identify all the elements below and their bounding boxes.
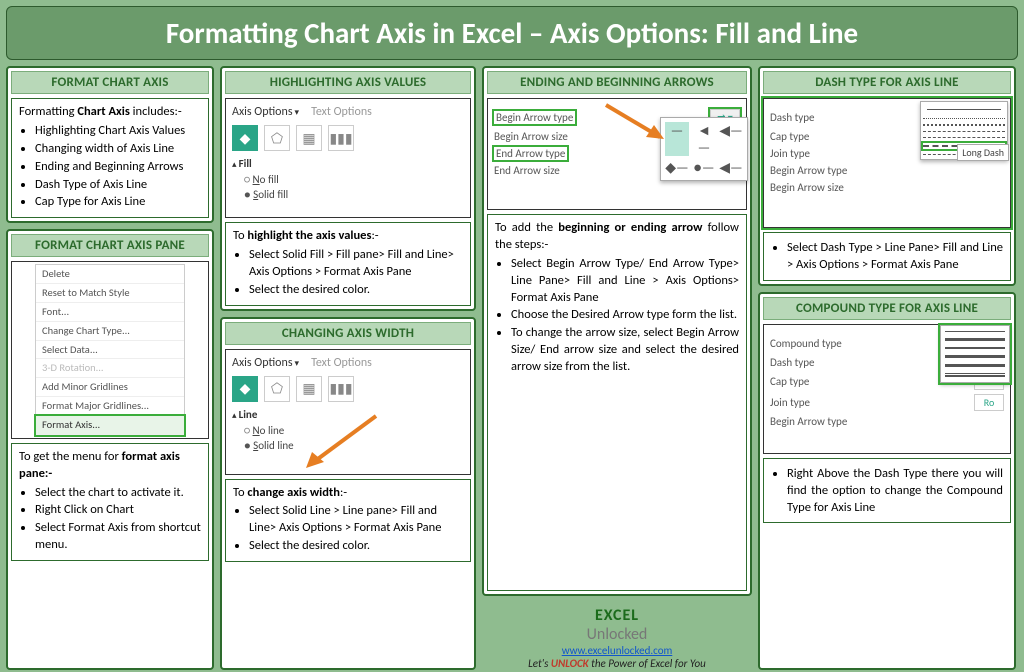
effects-icon[interactable]: ⬠ [264,125,290,151]
text-body: To change axis width:- Select Solid Line… [225,479,471,563]
footer-tagline: Let's UNLOCK the Power of Excel for You [482,657,752,670]
menu-item[interactable]: Add Minor Gridlines [36,378,184,397]
chart-icon[interactable]: ▮▮▮ [328,376,354,402]
label-begin-arrow-type: Begin Arrow type [770,164,847,177]
card-highlight-axis-values: HIGHLIGHTING AXIS VALUES Axis Options Te… [220,66,476,311]
menu-item[interactable]: Font... [36,303,184,322]
fill-pane-screenshot: Axis Options Text Options ◆ ⬠ ▦ ▮▮▮ Fill… [225,98,471,218]
menu-item[interactable]: Format Major Gridlines... [36,397,184,416]
section-title: COMPOUND TYPE FOR AXIS LINE [763,297,1011,320]
footer-branding: EXCEL Unlocked www.excelunlocked.com Let… [482,606,752,670]
arrow-type-screenshot: Begin Arrow type⇄ ▾ Begin Arrow size End… [487,98,747,210]
label-cap-type: Cap type [770,130,809,143]
label-begin-arrow-type: Begin Arrow type [494,111,575,124]
menu-item[interactable]: Delete [36,265,184,284]
content-grid: FORMAT CHART AXIS Formatting Chart Axis … [6,66,1018,670]
text-body: To get the menu for format axis pane:- S… [11,443,209,561]
section-title: DASH TYPE FOR AXIS LINE [763,71,1011,94]
text-body: To highlight the axis values:- Select So… [225,222,471,306]
card-dash-type: DASH TYPE FOR AXIS LINE Dash type≡ ▾ Cap… [758,66,1016,286]
label-dash-type: Dash type [770,356,815,369]
compound-type-popup [940,325,1010,383]
dash-option-solid[interactable] [927,109,1001,110]
label-end-arrow-size: End Arrow size [494,164,560,177]
footer-link[interactable]: www.excelunlocked.com [562,644,673,657]
dash-type-screenshot: Dash type≡ ▾ Cap type Join type Begin Ar… [763,98,1011,228]
label-dash-type: Dash type [770,111,815,124]
logo: EXCEL Unlocked [482,606,752,644]
context-menu: Delete Reset to Match Style Font... Chan… [35,264,185,436]
arrow-option-none[interactable]: — [665,122,689,156]
section-title: FORMAT CHART AXIS [11,71,209,94]
fill-line-icon[interactable]: ◆ [232,125,258,151]
annotation-arrow-orange [306,416,316,426]
size-icon[interactable]: ▦ [296,125,322,151]
fill-group[interactable]: Fill [232,157,464,170]
context-menu-screenshot: Delete Reset to Match Style Font... Chan… [11,261,209,439]
label-cap-type: Cap type [770,375,809,388]
tab-axis-options[interactable]: Axis Options [232,356,299,370]
section-title: HIGHLIGHTING AXIS VALUES [225,71,471,94]
card-changing-axis-width: CHANGING AXIS WIDTH Axis Options Text Op… [220,317,476,671]
label-join-type: Join type [770,147,810,160]
text-body: Right Above the Dash Type there you will… [763,458,1011,524]
radio-no-fill[interactable]: No fill [232,173,464,186]
arrow-option[interactable]: ◀— [719,159,743,176]
compound-option[interactable] [945,364,1005,367]
label-join-type: Join type [770,396,810,409]
card-format-chart-axis: FORMAT CHART AXIS Formatting Chart Axis … [6,66,214,223]
section-title: CHANGING AXIS WIDTH [225,322,471,345]
tab-text-options[interactable]: Text Options [311,356,372,370]
card-format-axis-pane: FORMAT CHART AXIS PANE Delete Reset to M… [6,229,214,670]
section-title: FORMAT CHART AXIS PANE [11,234,209,257]
line-group[interactable]: Line [232,408,464,421]
card-compound-type: COMPOUND TYPE FOR AXIS LINE Compound typ… [758,292,1016,670]
label-compound-type: Compound type [770,337,842,350]
text-body: Select Dash Type > Line Pane> Fill and L… [763,232,1011,281]
radio-solid-line[interactable]: Solid line [232,439,464,452]
arrow-option[interactable]: ●— [692,159,716,176]
section-title: ENDING AND BEGINNING ARROWS [487,71,747,94]
dash-option-dash[interactable] [923,131,1005,132]
dash-tooltip: Long Dash [957,144,1009,161]
annotation-arrow-orange [606,105,616,115]
effects-icon[interactable]: ⬠ [264,376,290,402]
page-title: Formatting Chart Axis in Excel – Axis Op… [6,6,1018,60]
label-begin-arrow-size: Begin Arrow size [770,181,844,194]
text-body: To add the beginning or ending arrow fol… [487,214,747,591]
compound-type-screenshot: Compound type≡ ▾ Dash type Cap typeFla J… [763,324,1011,454]
size-icon[interactable]: ▦ [296,376,322,402]
line-pane-screenshot: Axis Options Text Options ◆ ⬠ ▦ ▮▮▮ Line… [225,349,471,475]
radio-solid-fill[interactable]: Solid fill [232,188,464,201]
arrow-type-popup: — ◄— ◀— ◆— ●— ◀— [660,117,748,181]
tab-text-options[interactable]: Text Options [311,105,372,119]
compound-option[interactable] [945,347,1005,349]
card-ending-beginning-arrows: ENDING AND BEGINNING ARROWS Begin Arrow … [482,66,752,596]
compound-option[interactable] [945,373,1005,377]
menu-item-format-axis[interactable]: Format Axis... [36,416,184,435]
compound-option[interactable] [945,355,1005,358]
arrow-option[interactable]: ◀— [719,122,743,156]
dash-type-popup: Long Dash [920,101,1008,160]
tab-axis-options[interactable]: Axis Options [232,105,299,119]
fill-line-icon[interactable]: ◆ [232,376,258,402]
dash-option-dot[interactable] [923,118,1005,119]
menu-item[interactable]: Select Data... [36,341,184,360]
chart-icon[interactable]: ▮▮▮ [328,125,354,151]
value-join-type[interactable]: Ro [974,394,1004,411]
text-body: Formatting Chart Axis includes:- Highlig… [11,98,209,218]
label-begin-arrow-type: Begin Arrow type [770,415,847,428]
arrow-option[interactable]: ◆— [665,159,689,176]
compound-option[interactable] [945,331,1005,332]
menu-item[interactable]: Change Chart Type... [36,322,184,341]
arrow-option[interactable]: ◄— [692,122,716,156]
dash-option-dash-dot[interactable] [923,137,1005,138]
label-end-arrow-type: End Arrow type [494,147,567,160]
menu-item[interactable]: Reset to Match Style [36,284,184,303]
label-begin-arrow-size: Begin Arrow size [494,130,568,143]
dash-option-square-dot[interactable] [923,124,1005,126]
menu-item-disabled: 3-D Rotation... [36,359,184,378]
compound-option[interactable] [945,338,1005,341]
